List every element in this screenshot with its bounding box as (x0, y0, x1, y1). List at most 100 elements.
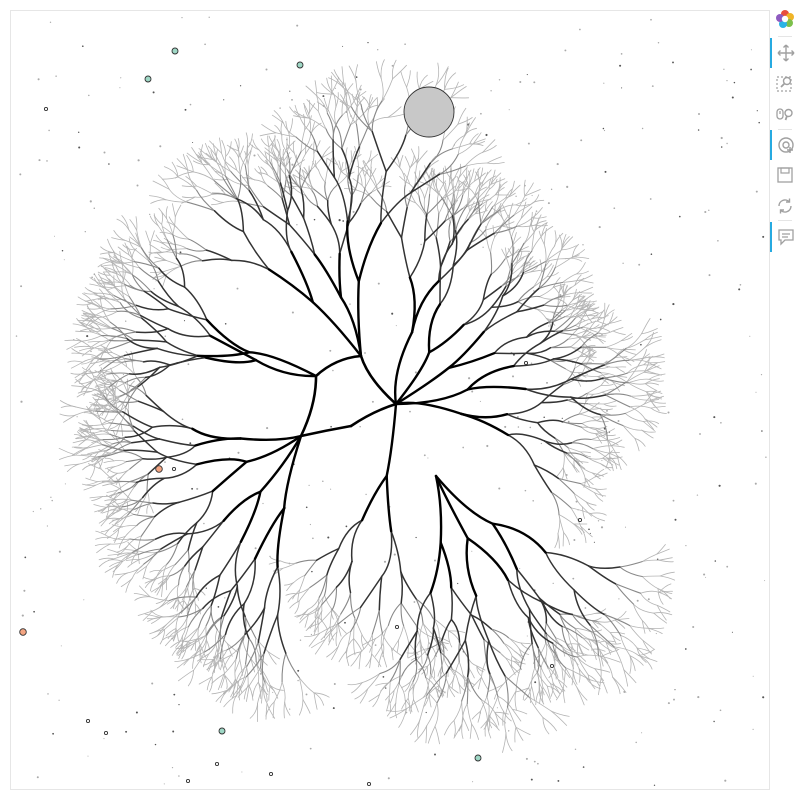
speckle-dot (613, 207, 616, 210)
graph-edge (425, 725, 428, 744)
speckle-dot (203, 522, 205, 525)
speckle-dot (620, 53, 623, 55)
speckle-dot (108, 163, 110, 165)
wheel-zoom-tool-button[interactable] (770, 99, 800, 129)
graph-edge (464, 595, 477, 642)
graph-edge (557, 514, 561, 534)
graph-edge (141, 477, 166, 499)
graph-edge (219, 541, 242, 576)
graph-edge (464, 162, 488, 167)
graph-edge (427, 725, 436, 744)
graph-edge (114, 381, 118, 396)
graph-edge (600, 408, 611, 415)
graph-edge (371, 130, 387, 173)
speckle-dot (311, 570, 313, 573)
graph-edge (390, 530, 402, 572)
graph-edge (158, 174, 170, 190)
graph-edge (267, 651, 277, 665)
graph-edge (444, 84, 465, 90)
speckle-dot (482, 246, 484, 248)
plot-canvas[interactable] (10, 10, 770, 790)
graph-edge (313, 692, 330, 698)
graph-edge (481, 676, 489, 690)
speckle-dot (322, 480, 324, 482)
box-zoom-tool-button[interactable] (770, 68, 800, 98)
graph-edge (622, 425, 643, 431)
graph-edge (292, 141, 295, 154)
highlighted-node[interactable] (296, 61, 304, 69)
graph-node[interactable] (549, 663, 555, 669)
speckle-dot (20, 285, 23, 288)
save-tool-button[interactable] (770, 160, 800, 190)
graph-edge (644, 383, 658, 391)
graph-node[interactable] (268, 771, 274, 777)
graph-edge (215, 149, 218, 163)
graph-node[interactable] (214, 761, 220, 767)
graph-edge (134, 596, 151, 601)
pan-tool-button[interactable] (770, 38, 800, 68)
graph-edge (646, 365, 660, 372)
graph-edge (330, 223, 341, 255)
graph-edge (497, 696, 505, 713)
graph-edge (543, 228, 547, 245)
graph-edge (435, 62, 440, 86)
graph-edge (400, 71, 407, 88)
graph-edge (412, 681, 414, 700)
speckle-dot (313, 218, 316, 221)
graph-node[interactable] (523, 360, 529, 366)
speckle-dot (332, 369, 334, 372)
highlighted-node[interactable] (155, 465, 163, 473)
graph-node[interactable] (171, 466, 177, 472)
speckle-dot (387, 777, 390, 780)
graph-edge (445, 639, 467, 674)
graph-edge (465, 537, 478, 597)
tree-network-graph[interactable] (11, 11, 771, 791)
graph-node[interactable] (394, 624, 400, 630)
highlighted-node[interactable] (19, 628, 27, 636)
graph-edge (273, 681, 283, 703)
graph-node[interactable] (85, 718, 91, 724)
speckle-dot (546, 382, 548, 384)
graph-edge (299, 699, 304, 716)
graph-edge (469, 723, 472, 739)
graph-edge (265, 702, 268, 720)
bokeh-logo-icon[interactable] (770, 4, 800, 34)
speckle-dot (733, 81, 736, 84)
graph-edge (258, 149, 271, 163)
speckle-dot (224, 597, 226, 599)
graph-edge (174, 204, 182, 217)
speckle-dot (414, 371, 417, 374)
graph-node[interactable] (577, 517, 583, 523)
graph-edge (578, 413, 593, 418)
graph-edge (604, 393, 632, 397)
graph-node[interactable] (43, 106, 49, 112)
highlighted-node[interactable] (144, 75, 152, 83)
reset-tool-button[interactable] (770, 191, 800, 221)
graph-edge (226, 144, 239, 151)
tap-tool-button[interactable] (770, 130, 800, 160)
graph-edge (574, 329, 590, 336)
graph-edge (380, 77, 384, 102)
highlighted-node[interactable] (474, 754, 482, 762)
graph-node[interactable] (103, 730, 109, 736)
speckle-dot (86, 335, 89, 338)
speckle-dot (262, 502, 264, 505)
speckle-dot (471, 550, 473, 552)
graph-node[interactable] (366, 781, 372, 787)
highlighted-node[interactable] (171, 47, 179, 55)
speckle-dot (172, 730, 175, 733)
graph-edge (111, 429, 135, 432)
graph-edge (314, 354, 363, 378)
speckle-dot (434, 753, 436, 756)
graph-edge (555, 467, 564, 478)
graph-node[interactable] (185, 778, 191, 784)
graph-edge (528, 608, 547, 635)
graph-edge (282, 434, 303, 510)
graph-edge (514, 726, 517, 743)
large-node-marker[interactable] (403, 86, 455, 138)
highlighted-node[interactable] (218, 727, 226, 735)
hover-tool-button[interactable] (770, 222, 800, 252)
graph-edge (451, 143, 471, 150)
graph-edge (434, 725, 440, 745)
graph-edge (335, 631, 338, 647)
